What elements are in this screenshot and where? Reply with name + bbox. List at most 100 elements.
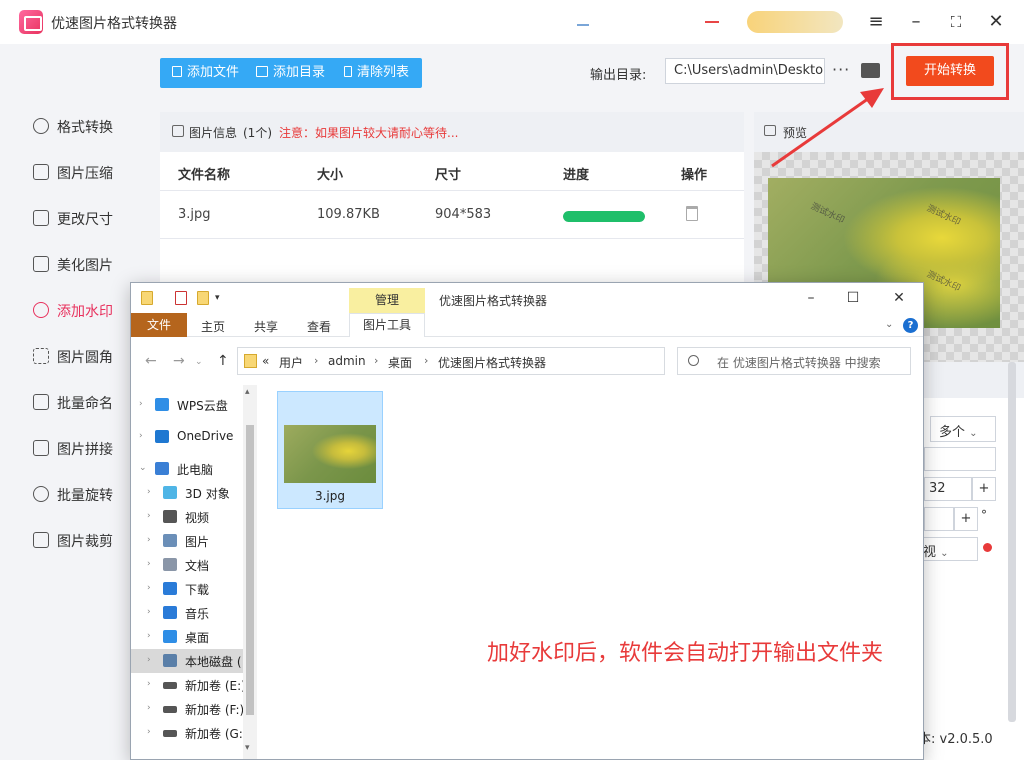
music-icon [163, 606, 177, 619]
refresh-circle-icon [33, 118, 49, 134]
nav-label: 新加卷 (G:) [185, 727, 248, 741]
chevron-down-icon[interactable]: ▾ [245, 743, 250, 753]
settings-scrollbar[interactable] [1008, 362, 1016, 722]
text-field[interactable] [924, 447, 996, 471]
help-icon[interactable]: ? [903, 318, 918, 333]
close-icon[interactable]: ✕ [984, 10, 1008, 34]
size-plus-button[interactable]: + [972, 477, 996, 501]
breadcrumb-desktop[interactable]: 桌面 [388, 354, 412, 371]
sidebar-item-label: 图片裁剪 [57, 534, 113, 550]
menu-icon[interactable]: ≡ [864, 10, 888, 34]
nav-label: 桌面 [185, 631, 210, 645]
nav-item-drive-e[interactable]: › 新加卷 (E:) [131, 673, 246, 697]
nav-item-drive-g[interactable]: › 新加卷 (G:) [131, 721, 248, 745]
nav-item-drive-f[interactable]: › 新加卷 (F:) [131, 697, 244, 721]
sidebar-item-rounded[interactable]: 图片圆角 [0, 336, 150, 376]
cell-file-name: 3.jpg [178, 207, 211, 222]
nav-label: 视频 [185, 511, 210, 525]
nav-scrollbar[interactable]: ▴ ▾ [243, 385, 257, 759]
close-icon[interactable]: ✕ [889, 289, 909, 307]
angle-plus-button[interactable]: + [954, 507, 978, 531]
app-title: 优速图片格式转换器 [51, 16, 177, 32]
sidebar-item-label: 美化图片 [57, 258, 113, 274]
sidebar-item-format[interactable]: 格式转换 [0, 106, 150, 146]
address-bar[interactable]: « 用户 › admin › 桌面 › 优速图片格式转换器 ⌄ ↻ [237, 347, 758, 375]
nav-item-onedrive[interactable]: › OneDrive [131, 425, 243, 449]
add-dir-button[interactable]: 添加目录 [256, 58, 325, 88]
recent-chevron-icon[interactable]: ⌄ [195, 357, 203, 367]
ribbon-tab-picture-tools[interactable]: 图片工具 [349, 313, 425, 337]
angle-field[interactable] [924, 507, 954, 531]
nav-item-downloads[interactable]: › 下载 [131, 577, 243, 601]
open-folder-icon[interactable] [861, 63, 880, 78]
rotate-icon [33, 486, 49, 502]
nav-item-videos[interactable]: › 视频 [131, 505, 243, 529]
watermark-text: 测试水印 [924, 203, 962, 229]
forward-arrow-icon[interactable]: → [173, 353, 185, 369]
sidebar-item-merge[interactable]: 图片拼接 [0, 428, 150, 468]
size-field[interactable]: 32 [924, 477, 972, 501]
nav-item-this-pc[interactable]: ⌄ 此电脑 [131, 457, 243, 481]
chevron-down-icon: ⌄ [969, 428, 978, 439]
sidebar-item-beautify[interactable]: 美化图片 [0, 244, 150, 284]
sidebar-item-rotate[interactable]: 批量旋转 [0, 474, 150, 514]
breadcrumb-admin[interactable]: admin [328, 354, 366, 368]
clear-list-button[interactable]: 清除列表 [344, 58, 409, 88]
properties-icon[interactable] [175, 291, 187, 305]
info-title: 图片信息 [189, 126, 238, 140]
up-arrow-icon[interactable]: ↑ [217, 353, 229, 369]
folder-icon[interactable] [141, 291, 153, 305]
breadcrumb-overflow[interactable]: « [262, 354, 269, 368]
minimize-icon[interactable]: – [801, 289, 821, 307]
file-item[interactable]: 3.jpg [277, 391, 383, 509]
warning-icon [983, 543, 992, 552]
nav-item-documents[interactable]: › 文档 [131, 553, 243, 577]
ribbon-tab-share[interactable]: 共享 [254, 318, 278, 335]
chevron-up-icon[interactable]: ▴ [245, 387, 250, 397]
search-input[interactable]: 在 优速图片格式转换器 中搜索 [677, 347, 911, 375]
nav-item-local-disk[interactable]: › 本地磁盘 ( [131, 649, 243, 673]
more-options-button[interactable]: ··· [832, 60, 850, 79]
nav-item-pictures[interactable]: › 图片 [131, 529, 243, 553]
quick-access-dropdown[interactable]: ▾ [215, 293, 220, 303]
maximize-icon[interactable]: ⛶ [944, 10, 968, 34]
maximize-icon[interactable]: ☐ [843, 289, 863, 307]
ribbon-tab-file[interactable]: 文件 [131, 313, 187, 337]
version-label: 本: v2.0.5.0 [918, 732, 993, 747]
chevron-right-icon: › [147, 727, 151, 737]
mode-select[interactable]: 视 ⌄ [920, 537, 978, 561]
nav-item-wps[interactable]: › WPS云盘 [131, 393, 243, 417]
back-arrow-icon[interactable]: ← [145, 353, 157, 369]
sidebar-item-label: 添加水印 [57, 304, 113, 320]
nav-label: 图片 [185, 535, 210, 549]
sidebar-item-crop[interactable]: 图片裁剪 [0, 520, 150, 560]
nav-item-3d[interactable]: › 3D 对象 [131, 481, 243, 505]
new-folder-icon[interactable] [197, 291, 209, 305]
nav-item-music[interactable]: › 音乐 [131, 601, 243, 625]
ribbon: 文件 主页 共享 查看 图片工具 ⌄ ? [131, 313, 923, 337]
add-file-button[interactable]: 添加文件 [172, 58, 239, 88]
start-convert-button[interactable]: 开始转换 [906, 56, 994, 86]
sidebar-item-compress[interactable]: 图片压缩 [0, 152, 150, 192]
sidebar-item-resize[interactable]: 更改尺寸 [0, 198, 150, 238]
nav-item-desktop[interactable]: › 桌面 [131, 625, 243, 649]
vip-badge[interactable] [747, 11, 843, 33]
sidebar: 格式转换 图片压缩 更改尺寸 美化图片 添加水印 图片圆角 批量命名 图片拼接 … [0, 44, 150, 760]
breadcrumb-users[interactable]: 用户 [279, 354, 303, 371]
sidebar-item-rename[interactable]: 批量命名 [0, 382, 150, 422]
chevron-down-icon[interactable]: ⌄ [885, 319, 893, 330]
manage-tab[interactable]: 管理 [349, 288, 425, 315]
ribbon-tab-home[interactable]: 主页 [201, 318, 225, 335]
multi-select[interactable]: 多个 ⌄ [930, 416, 996, 442]
scrollbar-thumb[interactable] [246, 425, 254, 715]
resize-icon [33, 210, 49, 226]
nav-label: 文档 [185, 559, 210, 573]
ribbon-tab-view[interactable]: 查看 [307, 318, 331, 335]
sidebar-item-watermark[interactable]: 添加水印 [0, 290, 150, 330]
delete-icon[interactable] [686, 206, 698, 221]
chevron-right-icon: › [147, 655, 151, 665]
size-value: 32 [929, 481, 946, 496]
minimize-icon[interactable]: – [904, 10, 928, 34]
breadcrumb-folder[interactable]: 优速图片格式转换器 [438, 354, 546, 371]
file-thumbnail [284, 425, 376, 483]
